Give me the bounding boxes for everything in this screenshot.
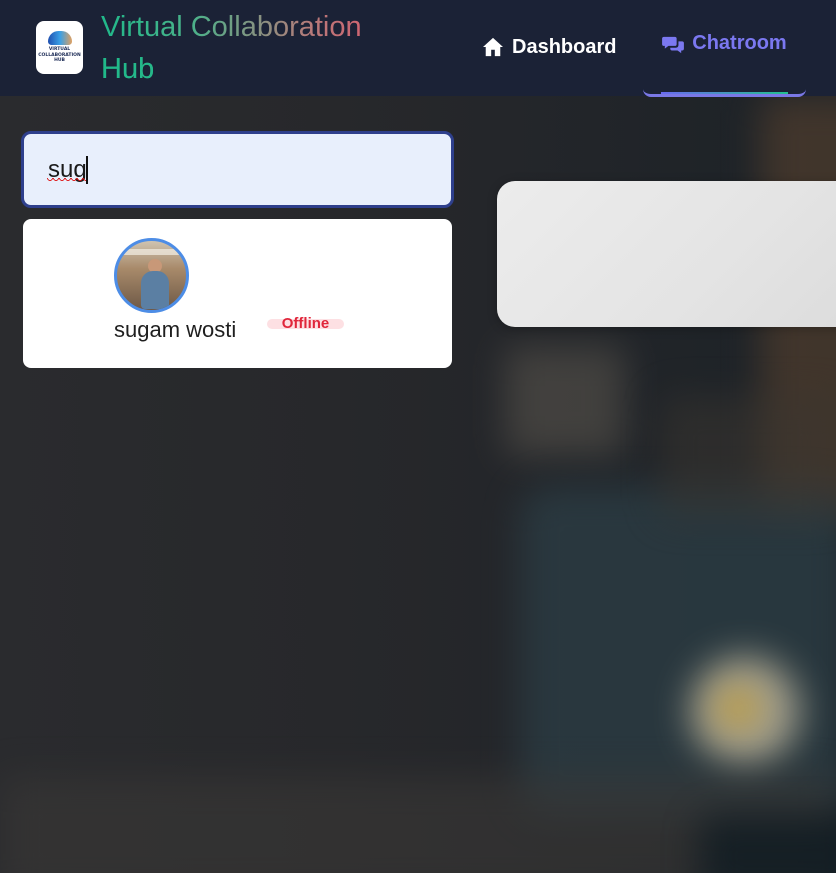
user-search-input[interactable] xyxy=(24,134,451,205)
app-title-line2: Hub xyxy=(101,48,401,90)
app-title: Virtual Collaboration Hub xyxy=(101,6,401,90)
status-label: Offline xyxy=(281,315,330,332)
handshake-icon xyxy=(47,31,72,46)
user-name: sugam wosti xyxy=(114,317,237,342)
chat-panel xyxy=(497,181,836,327)
nav-chatroom-label: Chatroom xyxy=(692,32,787,54)
chat-bubbles-icon xyxy=(662,36,685,54)
user-avatar xyxy=(114,238,189,313)
nav-dashboard[interactable]: Dashboard xyxy=(482,32,616,62)
nav-chatroom[interactable]: Chatroom xyxy=(643,16,806,97)
nav-dashboard-label: Dashboard xyxy=(512,35,617,58)
home-icon xyxy=(483,37,503,57)
top-navbar: VIRTUAL COLLABORATION HUB Virtual Collabor… xyxy=(0,0,836,97)
spellcheck-underline xyxy=(47,178,87,184)
text-caret xyxy=(86,156,88,184)
app-title-line1: Virtual Collaboration xyxy=(101,11,362,43)
active-tab-indicator xyxy=(661,92,788,94)
search-result-item[interactable]: sugam wosti Offline xyxy=(23,219,452,368)
status-badge: Offline xyxy=(267,315,344,332)
logo-text: VIRTUAL COLLABORATION HUB xyxy=(38,47,81,64)
app-logo[interactable]: VIRTUAL COLLABORATION HUB xyxy=(36,21,83,74)
